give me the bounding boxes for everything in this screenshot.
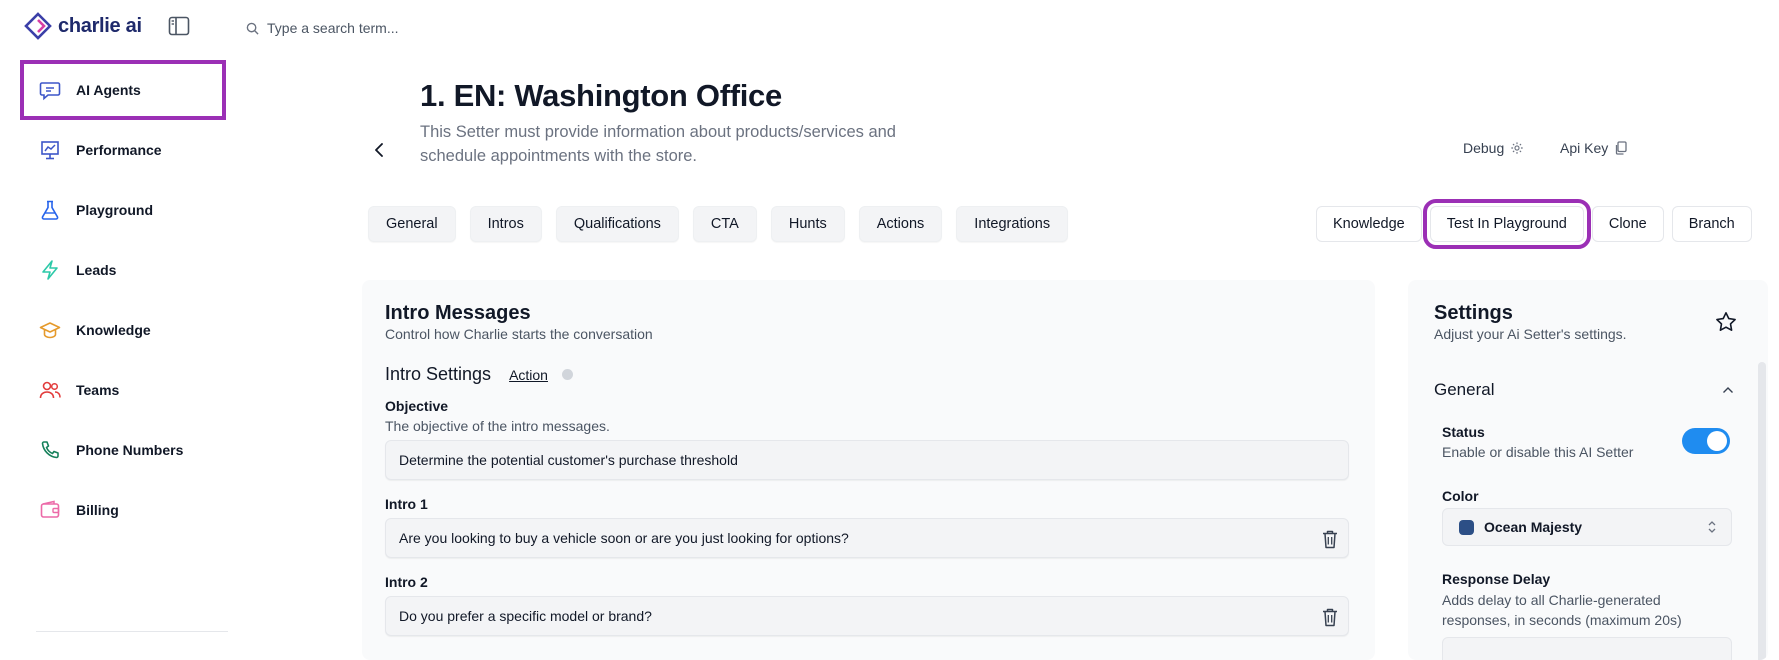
intro1-label: Intro 1	[385, 496, 428, 512]
charlie-logo-icon	[24, 12, 52, 40]
users-icon	[38, 378, 62, 402]
settings-subtitle: Adjust your Ai Setter's settings.	[1434, 326, 1627, 342]
tab-qualifications[interactable]: Qualifications	[555, 206, 679, 242]
tab-integrations[interactable]: Integrations	[956, 206, 1069, 242]
sidebar-nav: AI Agents Performance Playground Leads K…	[20, 60, 228, 632]
back-arrow-icon[interactable]	[368, 138, 392, 162]
trash-icon[interactable]	[1320, 528, 1340, 550]
agent-tabs: General Intros Qualifications CTA Hunts …	[368, 206, 1069, 242]
intro1-field[interactable]: Are you looking to buy a vehicle soon or…	[385, 518, 1349, 558]
tab-actions[interactable]: Actions	[858, 206, 943, 242]
page-description: This Setter must provide information abo…	[420, 123, 896, 165]
intro-settings-title: Intro Settings	[385, 364, 492, 384]
panel-subtitle: Control how Charlie starts the conversat…	[385, 326, 653, 342]
sidebar-item-label: Billing	[76, 502, 119, 518]
clone-button[interactable]: Clone	[1591, 206, 1664, 242]
sidebar-item-performance[interactable]: Performance	[20, 120, 226, 180]
debug-button[interactable]: Debug	[1463, 140, 1524, 156]
logo-text: charlie ai	[58, 14, 142, 37]
sidebar-item-label: Performance	[76, 142, 162, 158]
intro2-label: Intro 2	[385, 574, 428, 590]
color-value: Ocean Majesty	[1484, 519, 1583, 535]
response-delay-help: Adds delay to all Charlie-generated resp…	[1442, 592, 1682, 628]
settings-title: Settings	[1434, 302, 1513, 324]
color-label: Color	[1442, 488, 1479, 504]
status-toggle[interactable]	[1682, 428, 1730, 454]
search-input[interactable]	[267, 20, 647, 36]
sidebar-item-label: Playground	[76, 202, 154, 218]
status-label: Status	[1442, 424, 1485, 440]
section-title: General	[1434, 380, 1495, 399]
gear-icon	[1511, 142, 1523, 154]
sidebar-item-teams[interactable]: Teams	[20, 360, 226, 420]
objective-field[interactable]: Determine the potential customer's purch…	[385, 440, 1349, 480]
flask-icon	[38, 198, 62, 222]
sidebar-item-billing[interactable]: Billing	[20, 480, 226, 540]
debug-label: Debug	[1463, 140, 1505, 156]
tab-hunts[interactable]: Hunts	[770, 206, 845, 242]
graduation-cap-icon	[38, 318, 62, 342]
phone-icon	[38, 438, 62, 462]
status-dot	[561, 369, 573, 380]
sidebar-divider	[36, 631, 228, 632]
action-link[interactable]: Action	[509, 367, 548, 383]
sidebar-item-label: Phone Numbers	[76, 442, 184, 458]
intro2-field[interactable]: Do you prefer a specific model or brand?	[385, 596, 1349, 636]
settings-scrollbar[interactable]	[1758, 362, 1766, 660]
lightning-icon	[38, 258, 62, 282]
tab-cta[interactable]: CTA	[692, 206, 757, 242]
copy-icon	[1616, 141, 1627, 155]
sidebar-item-ai-agents[interactable]: AI Agents	[20, 60, 226, 120]
sidebar-item-leads[interactable]: Leads	[20, 240, 226, 300]
app-logo[interactable]: charlie ai	[24, 12, 142, 40]
knowledge-button[interactable]: Knowledge	[1316, 206, 1422, 242]
chevron-up-icon	[1723, 387, 1733, 393]
sidebar-item-playground[interactable]: Playground	[20, 180, 226, 240]
sidebar-item-knowledge[interactable]: Knowledge	[20, 300, 226, 360]
api-key-button[interactable]: Api Key	[1560, 140, 1627, 156]
sidebar-item-phone-numbers[interactable]: Phone Numbers	[20, 420, 226, 480]
panel-title: Intro Messages	[385, 302, 531, 324]
status-help: Enable or disable this AI Setter	[1442, 444, 1634, 460]
tab-intros[interactable]: Intros	[469, 206, 542, 242]
objective-value: Determine the potential customer's purch…	[399, 452, 738, 468]
search-icon	[246, 22, 259, 35]
intro1-value: Are you looking to buy a vehicle soon or…	[399, 530, 849, 546]
objective-help: The objective of the intro messages.	[385, 418, 610, 434]
response-delay-label: Response Delay	[1442, 571, 1551, 587]
sidebar-toggle-icon[interactable]	[168, 15, 190, 37]
test-in-playground-button[interactable]: Test In Playground	[1422, 199, 1591, 249]
toggle-knob	[1707, 431, 1727, 451]
wallet-icon	[38, 498, 62, 522]
trash-icon[interactable]	[1320, 606, 1340, 628]
color-select[interactable]: Ocean Majesty	[1442, 508, 1732, 546]
chevron-updown-icon	[1708, 521, 1716, 533]
chat-bubble-icon	[38, 78, 62, 102]
general-section-header[interactable]: General	[1434, 378, 1734, 402]
sidebar-item-label: Leads	[76, 262, 117, 278]
header-actions: Knowledge Test In Playground Clone Branc…	[1316, 199, 1752, 249]
settings-panel: Settings Adjust your Ai Setter's setting…	[1408, 280, 1768, 660]
sidebar-item-label: Teams	[76, 382, 120, 398]
intro2-value: Do you prefer a specific model or brand?	[399, 608, 652, 624]
page-title: 1. EN: Washington Office	[420, 78, 782, 113]
search-bar	[246, 14, 666, 42]
sidebar-item-label: Knowledge	[76, 322, 151, 338]
response-delay-input[interactable]	[1442, 637, 1732, 660]
tab-general[interactable]: General	[368, 206, 456, 242]
intro-settings-header: Intro Settings Action	[385, 364, 573, 385]
color-swatch	[1459, 519, 1474, 535]
sidebar-item-label: AI Agents	[76, 82, 141, 98]
star-icon[interactable]	[1714, 310, 1738, 334]
objective-label: Objective	[385, 398, 449, 414]
branch-button[interactable]: Branch	[1671, 206, 1752, 242]
api-key-label: Api Key	[1560, 140, 1609, 156]
presentation-chart-icon	[38, 138, 62, 162]
intro-messages-panel: Intro Messages Control how Charlie start…	[362, 280, 1375, 660]
